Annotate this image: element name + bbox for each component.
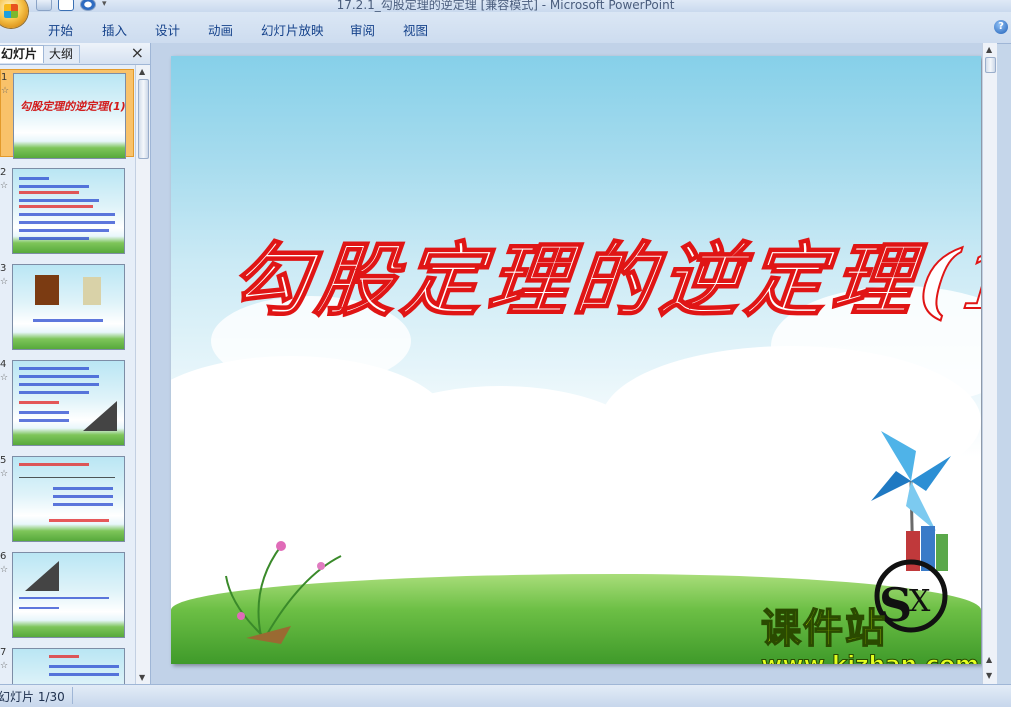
thumbnail-4[interactable]: 4 ☆ [0, 357, 134, 446]
thumbnail-image: 勾股定理的逆定理(1) [13, 73, 126, 159]
thumbnail-image [12, 264, 125, 350]
quick-access-toolbar: ▾ [36, 0, 110, 11]
tab-design[interactable]: 设计 [155, 20, 180, 39]
thumbnail-number: 3 [0, 263, 7, 274]
pane-scrollbar[interactable]: ▲ ▼ [135, 65, 150, 684]
title-bar: 17.2.1_勾股定理的逆定理 [兼容模式] - Microsoft Power… [0, 0, 1011, 12]
slide-title[interactable]: 勾股定理的逆定理(1) [224, 216, 981, 332]
tab-review[interactable]: 审阅 [350, 20, 375, 39]
tab-insert[interactable]: 插入 [102, 20, 127, 39]
thumbnail-number: 2 [0, 167, 7, 178]
slides-pane: 大纲 幻灯片 × 1 ☆ 勾股定理的逆定理(1) 2 ☆ 3 ☆ 4 ☆ 5 ☆… [0, 43, 151, 684]
previous-slide-icon[interactable]: ▲ [986, 655, 992, 664]
thumbnail-1[interactable]: 1 ☆ 勾股定理的逆定理(1) [0, 69, 134, 159]
tab-slides[interactable]: 幻灯片 [0, 45, 45, 63]
redo-icon[interactable] [80, 0, 96, 11]
main-scrollbar[interactable]: ▲ ▲ ▼ [982, 43, 997, 684]
tab-view[interactable]: 视图 [403, 20, 428, 39]
thumbnail-number: 4 [0, 359, 7, 370]
thumbnail-number: 7 [0, 647, 7, 658]
undo-icon[interactable] [58, 0, 74, 11]
slide-canvas[interactable]: S X 勾股定理的逆定理(1) 课件站 www.kjzhan.com [171, 56, 981, 664]
close-icon[interactable]: × [131, 43, 144, 62]
animation-star-icon: ☆ [0, 277, 9, 287]
animation-star-icon: ☆ [0, 469, 9, 479]
thumbnail-image [12, 456, 125, 542]
status-divider [72, 687, 73, 704]
watermark: 课件站 www.kjzhan.com [760, 596, 981, 665]
thumbnail-3[interactable]: 3 ☆ [0, 261, 134, 350]
animation-star-icon: ☆ [1, 86, 10, 96]
thumbnail-image [12, 552, 125, 638]
animation-star-icon: ☆ [0, 181, 9, 191]
thumbnail-title: 勾股定理的逆定理(1) [20, 100, 126, 113]
animation-star-icon: ☆ [0, 373, 9, 383]
animation-star-icon: ☆ [0, 661, 9, 671]
ribbon-tabs: 开始 插入 设计 动画 幻灯片放映 审阅 视图 ? [0, 12, 1011, 44]
customize-toolbar-icon[interactable]: ▾ [102, 0, 110, 10]
watermark-name: 课件站 [760, 605, 887, 653]
tab-home[interactable]: 开始 [48, 20, 73, 39]
animation-star-icon: ☆ [0, 565, 9, 575]
thumbnail-7[interactable]: 7 ☆ [0, 645, 134, 684]
scrollbar-thumb[interactable] [985, 57, 996, 73]
thumbnail-number: 6 [0, 551, 7, 562]
thumbnail-number: 1 [1, 72, 8, 83]
help-icon[interactable]: ? [994, 20, 1008, 34]
scroll-up-icon[interactable]: ▲ [986, 45, 992, 54]
slide-editor: S X 勾股定理的逆定理(1) 课件站 www.kjzhan.com ▲ ▲ ▼ [151, 43, 997, 684]
thumbnail-2[interactable]: 2 ☆ [0, 165, 134, 254]
tab-slideshow[interactable]: 幻灯片放映 [261, 20, 324, 39]
scroll-up-icon[interactable]: ▲ [139, 67, 145, 76]
thumbnail-number: 5 [0, 455, 7, 466]
window-title: 17.2.1_勾股定理的逆定理 [兼容模式] - Microsoft Power… [336, 0, 675, 12]
thumbnail-image [12, 360, 125, 446]
scroll-down-icon[interactable]: ▼ [139, 673, 145, 682]
thumbnail-6[interactable]: 6 ☆ [0, 549, 134, 638]
next-slide-icon[interactable]: ▼ [986, 671, 992, 680]
thumbnail-list: 1 ☆ 勾股定理的逆定理(1) 2 ☆ 3 ☆ 4 ☆ 5 ☆ 6 ☆ 7 ☆ [0, 65, 134, 684]
watermark-url: www.kjzhan.com [761, 652, 980, 665]
pane-tabs: 大纲 幻灯片 × [0, 43, 150, 65]
thumbnail-image [12, 648, 125, 684]
thumbnail-5[interactable]: 5 ☆ [0, 453, 134, 542]
office-logo-icon [4, 4, 18, 18]
thumbnail-image [12, 168, 125, 254]
save-icon[interactable] [36, 0, 52, 11]
tab-outline[interactable]: 大纲 [42, 45, 81, 63]
orchid-plant-icon [225, 541, 342, 644]
slide-counter: 幻灯片 1/30 [0, 690, 65, 704]
status-bar: 幻灯片 1/30 [0, 684, 1011, 707]
tab-animations[interactable]: 动画 [208, 20, 233, 39]
scrollbar-thumb[interactable] [138, 79, 149, 159]
